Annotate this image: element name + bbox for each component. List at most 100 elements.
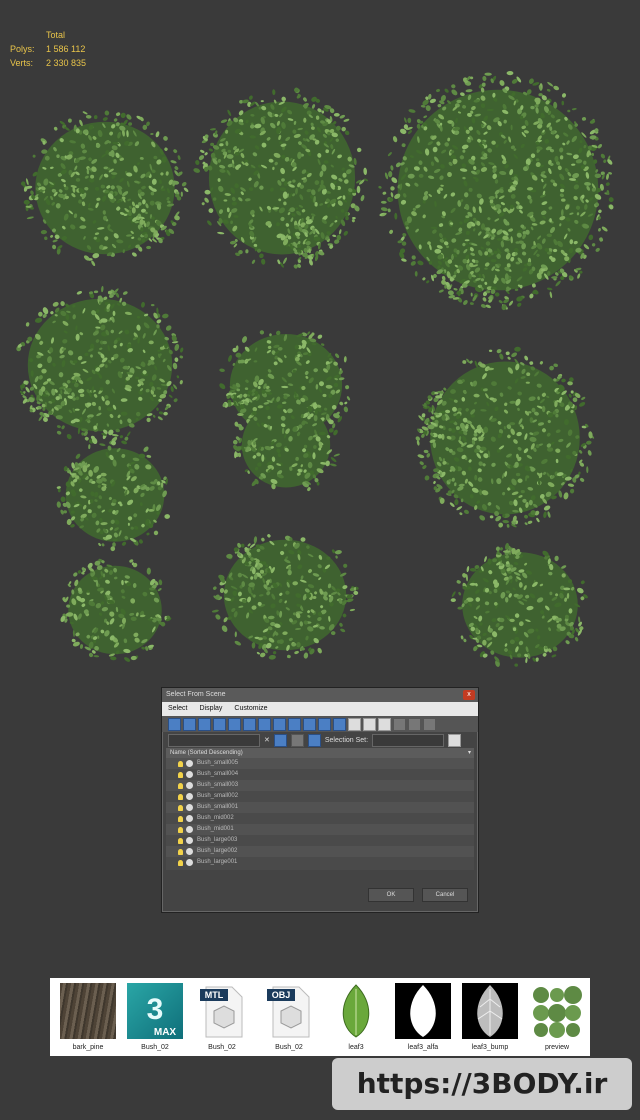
item-label: Bush_large001 bbox=[197, 859, 238, 865]
light-bulb-icon[interactable] bbox=[178, 804, 183, 811]
leaf-texture-thumbnail bbox=[328, 983, 384, 1039]
clear-icon[interactable]: ✕ bbox=[264, 736, 270, 744]
list-item[interactable]: Bush_large002 bbox=[166, 846, 474, 857]
hierarchy-toggle-icon[interactable] bbox=[307, 733, 321, 747]
list-item[interactable]: Bush_mid002 bbox=[166, 813, 474, 824]
list-item[interactable]: Bush_mid001 bbox=[166, 824, 474, 835]
filter-toolbar bbox=[162, 716, 478, 732]
display-hidden-icon[interactable] bbox=[333, 717, 346, 731]
sphere-icon bbox=[186, 837, 193, 844]
sphere-icon bbox=[186, 826, 193, 833]
layer-icon[interactable] bbox=[423, 717, 436, 731]
asset-mtl-file[interactable]: MTL Bush_02 bbox=[194, 978, 250, 1056]
selection-set-dropdown[interactable] bbox=[372, 733, 445, 747]
layers-icon[interactable] bbox=[290, 733, 304, 747]
chevron-down-icon[interactable]: ▾ bbox=[468, 748, 471, 758]
asset-leaf[interactable]: leaf3 bbox=[328, 978, 384, 1056]
light-bulb-icon[interactable] bbox=[178, 815, 183, 822]
svg-text:3: 3 bbox=[147, 993, 164, 1026]
menu-select[interactable]: Select bbox=[168, 702, 187, 716]
display-cameras-icon[interactable] bbox=[213, 717, 226, 731]
sphere-icon bbox=[186, 848, 193, 855]
viewport-bushes bbox=[16, 70, 614, 667]
verts-value: 2 330 835 bbox=[46, 58, 87, 68]
column-header[interactable]: Name (Sorted Descending) ▾ bbox=[166, 748, 474, 758]
asset-caption: Bush_02 bbox=[275, 1044, 303, 1051]
obj-badge: OBJ bbox=[272, 990, 291, 1000]
polys-label: Polys: bbox=[10, 44, 35, 54]
watermark: https://3BODY.ir bbox=[332, 1058, 632, 1110]
list-item[interactable]: Bush_small004 bbox=[166, 769, 474, 780]
bush-foliage bbox=[193, 87, 369, 269]
asset-caption: leaf3_bump bbox=[471, 1044, 509, 1051]
light-bulb-icon[interactable] bbox=[178, 782, 183, 789]
light-bulb-icon[interactable] bbox=[178, 793, 183, 800]
display-containers-icon[interactable] bbox=[303, 717, 316, 731]
bush-foliage bbox=[16, 285, 184, 445]
close-icon[interactable]: x bbox=[463, 690, 475, 700]
cancel-button[interactable]: Cancel bbox=[422, 888, 468, 902]
hierarchy-icon[interactable] bbox=[408, 717, 421, 731]
ok-button[interactable]: OK bbox=[368, 888, 414, 902]
item-label: Bush_mid001 bbox=[197, 826, 234, 832]
bark-texture-thumbnail bbox=[60, 983, 116, 1039]
asset-bark-pine[interactable]: bark_pine bbox=[60, 978, 116, 1056]
list-item[interactable]: Bush_small005 bbox=[166, 758, 474, 769]
obj-file-icon: OBJ bbox=[261, 983, 317, 1039]
light-bulb-icon[interactable] bbox=[178, 826, 183, 833]
list-item[interactable]: Bush_small003 bbox=[166, 780, 474, 791]
light-bulb-icon[interactable] bbox=[178, 771, 183, 778]
asset-obj-file[interactable]: OBJ Bush_02 bbox=[261, 978, 317, 1056]
find-input[interactable] bbox=[168, 733, 260, 747]
display-geometry-icon[interactable] bbox=[168, 717, 181, 731]
select-invert-icon[interactable] bbox=[378, 717, 391, 731]
item-label: Bush_large002 bbox=[197, 848, 238, 854]
sphere-icon bbox=[186, 760, 193, 767]
dialog-title: Select From Scene x bbox=[162, 688, 478, 702]
display-helpers-icon[interactable] bbox=[228, 717, 241, 731]
edit-set-icon[interactable] bbox=[448, 733, 462, 747]
display-shapes-icon[interactable] bbox=[183, 717, 196, 731]
find-case-icon[interactable] bbox=[273, 733, 287, 747]
asset-caption: bark_pine bbox=[72, 1044, 104, 1051]
dialog-buttons: OK Cancel bbox=[368, 888, 468, 902]
item-label: Bush_large003 bbox=[197, 837, 238, 843]
list-item[interactable]: Bush_small002 bbox=[166, 791, 474, 802]
display-xrefs-icon[interactable] bbox=[273, 717, 286, 731]
list-item[interactable]: Bush_small001 bbox=[166, 802, 474, 813]
verts-label: Verts: bbox=[10, 58, 34, 68]
bush-foliage bbox=[60, 558, 172, 662]
asset-leaf-alfa[interactable]: leaf3_alfa bbox=[395, 978, 451, 1056]
selection-set-label: Selection Set: bbox=[324, 736, 369, 744]
list-item[interactable]: Bush_large003 bbox=[166, 835, 474, 846]
menu-customize[interactable]: Customize bbox=[234, 702, 267, 716]
column-header-label: Name (Sorted Descending) bbox=[170, 750, 243, 756]
light-bulb-icon[interactable] bbox=[178, 837, 183, 844]
display-warps-icon[interactable] bbox=[243, 717, 256, 731]
light-bulb-icon[interactable] bbox=[178, 848, 183, 855]
asset-caption: leaf3_alfa bbox=[407, 1044, 439, 1051]
light-bulb-icon[interactable] bbox=[178, 760, 183, 767]
display-bones-icon[interactable] bbox=[288, 717, 301, 731]
list-item[interactable]: Bush_large001 bbox=[166, 857, 474, 868]
select-all-icon[interactable] bbox=[348, 717, 361, 731]
display-lights-icon[interactable] bbox=[198, 717, 211, 731]
3dsmax-icon: 3 MAX bbox=[127, 983, 183, 1039]
display-frozen-icon[interactable] bbox=[318, 717, 331, 731]
bush-foliage bbox=[378, 70, 614, 311]
stats-header: Total bbox=[46, 30, 66, 40]
filter-icon[interactable] bbox=[393, 717, 406, 731]
menu-display[interactable]: Display bbox=[199, 702, 222, 716]
item-label: Bush_small005 bbox=[197, 760, 239, 766]
asset-leaf-bump[interactable]: leaf3_bump bbox=[462, 978, 518, 1056]
display-groups-icon[interactable] bbox=[258, 717, 271, 731]
select-none-icon[interactable] bbox=[363, 717, 376, 731]
light-bulb-icon[interactable] bbox=[178, 859, 183, 866]
bush-foliage bbox=[450, 542, 588, 667]
item-label: Bush_small004 bbox=[197, 771, 239, 777]
asset-caption: Bush_02 bbox=[208, 1044, 236, 1051]
asset-preview[interactable]: preview bbox=[529, 978, 585, 1056]
alpha-texture-thumbnail bbox=[395, 983, 451, 1039]
bush-foliage bbox=[211, 534, 359, 660]
asset-max-file[interactable]: 3 MAX Bush_02 bbox=[127, 978, 183, 1056]
